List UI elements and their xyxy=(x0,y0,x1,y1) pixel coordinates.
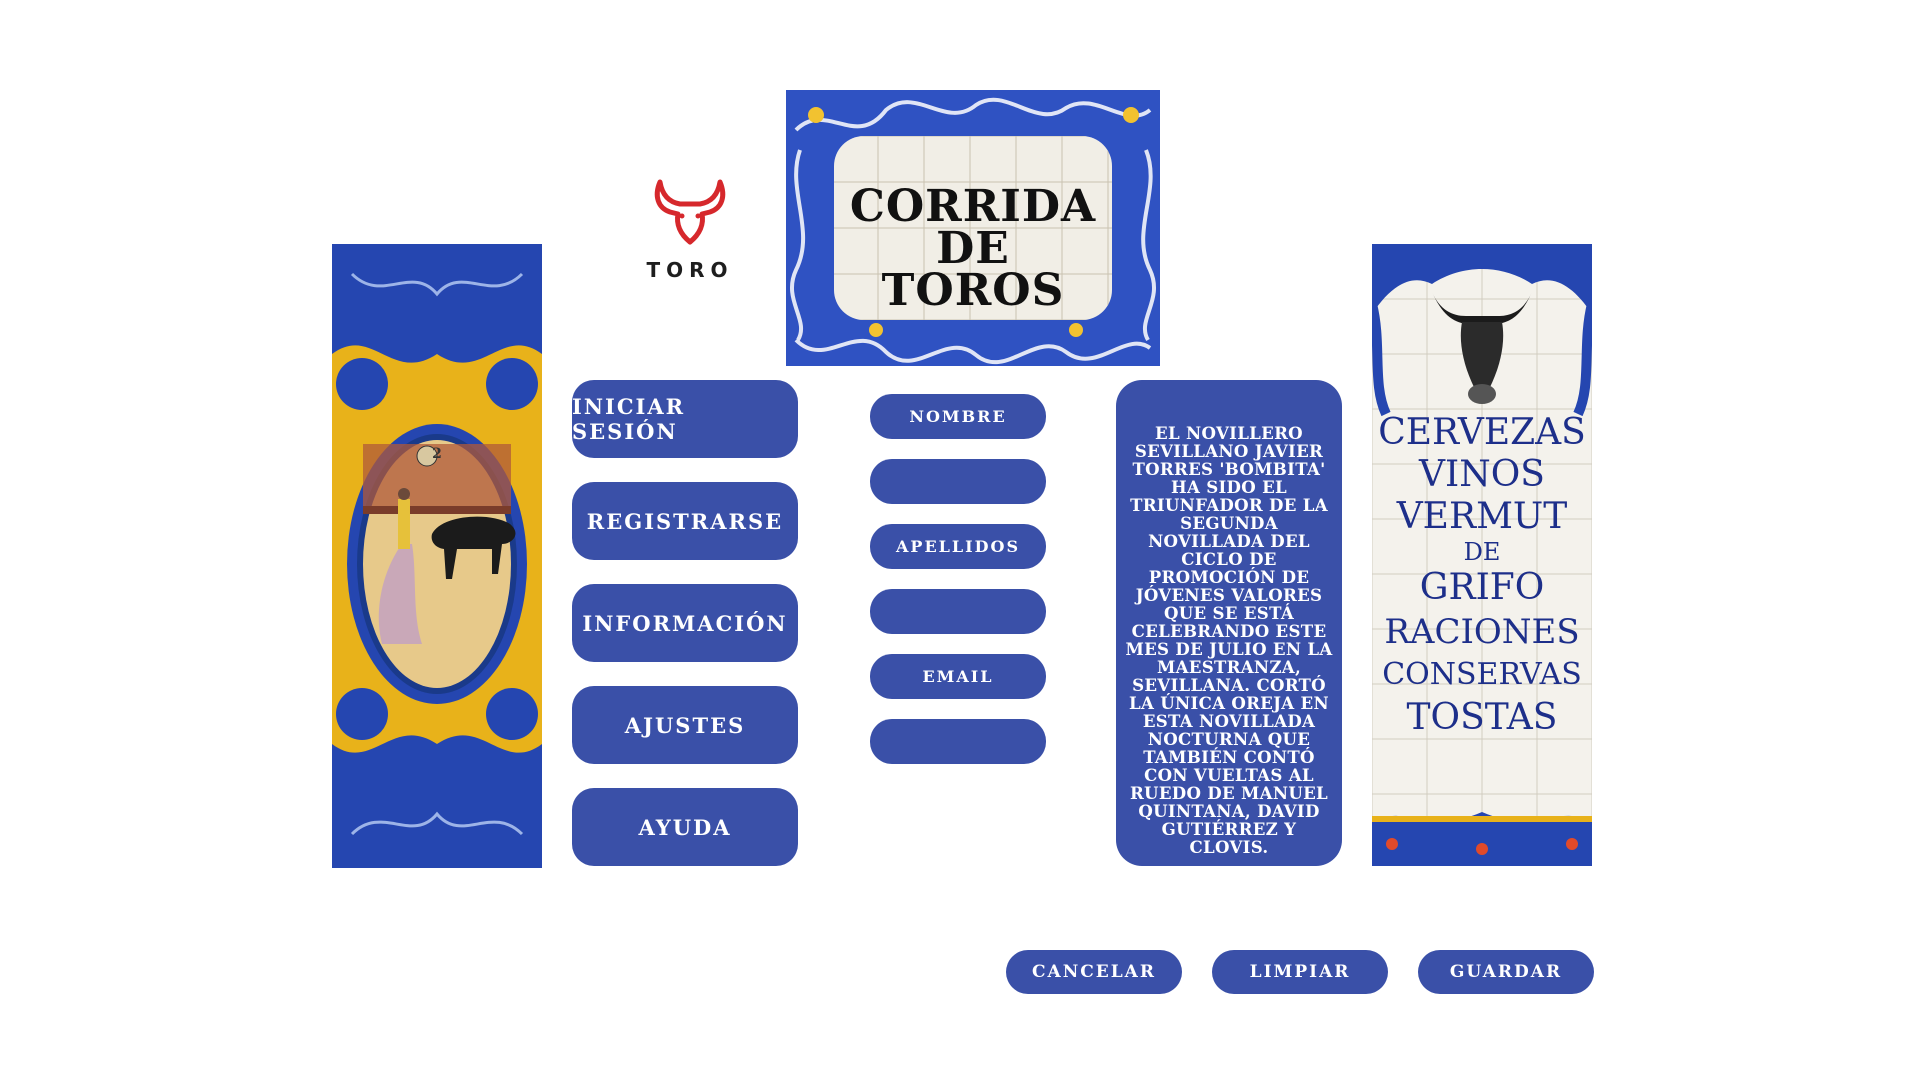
news-card: El novillero sevillano Javier Torres 'Bo… xyxy=(1116,380,1342,866)
banner-title: CORRIDA DE TOROS xyxy=(834,181,1112,316)
information-button[interactable]: INFORMACIÓN xyxy=(572,584,798,662)
sign-line-de: DE xyxy=(1463,538,1501,566)
title-banner: CORRIDA DE TOROS xyxy=(786,90,1160,366)
left-tile-panel: 2 xyxy=(332,244,542,868)
nombre-input[interactable] xyxy=(870,459,1046,504)
help-button[interactable]: AYUDA xyxy=(572,788,798,866)
sign-line-vermut: VERMUT xyxy=(1396,496,1568,537)
save-button[interactable]: GUARDAR xyxy=(1418,950,1594,994)
nombre-label: NOMBRE xyxy=(870,394,1046,439)
apellidos-input[interactable] xyxy=(870,589,1046,634)
sign-text: CERVEZAS VINOS VERMUT DE GRIFO RACIONES … xyxy=(1372,412,1592,740)
bullfight-scene-icon xyxy=(332,244,542,868)
email-input[interactable] xyxy=(870,719,1046,764)
clear-button[interactable]: LIMPIAR xyxy=(1212,950,1388,994)
news-text: El novillero sevillano Javier Torres 'Bo… xyxy=(1125,423,1333,857)
apellidos-label: APELLIDOS xyxy=(870,524,1046,569)
cancel-button[interactable]: CANCELAR xyxy=(1006,950,1182,994)
left-panel-number: 2 xyxy=(432,446,442,462)
bull-head-icon xyxy=(654,179,726,245)
sign-line-conservas: CONSERVAS xyxy=(1382,657,1582,692)
sign-line-grifo: GRIFO xyxy=(1419,567,1545,608)
banner-title-line2: TOROS xyxy=(881,265,1065,316)
settings-button[interactable]: AJUSTES xyxy=(572,686,798,764)
sign-line-raciones: RACIONES xyxy=(1384,612,1580,652)
toro-logo: TORO xyxy=(640,176,740,286)
sign-line-tostas: TOSTAS xyxy=(1406,697,1558,738)
right-tile-sign: CERVEZAS VINOS VERMUT DE GRIFO RACIONES … xyxy=(1372,244,1592,866)
email-label: EMAIL xyxy=(870,654,1046,699)
login-button[interactable]: INICIAR SESIÓN xyxy=(572,380,798,458)
sign-line-cervezas: CERVEZAS xyxy=(1378,412,1586,453)
sign-line-vinos: VINOS xyxy=(1419,454,1545,495)
logo-text: TORO xyxy=(646,258,734,282)
banner-title-line1: CORRIDA DE xyxy=(849,181,1097,274)
register-button[interactable]: REGISTRARSE xyxy=(572,482,798,560)
